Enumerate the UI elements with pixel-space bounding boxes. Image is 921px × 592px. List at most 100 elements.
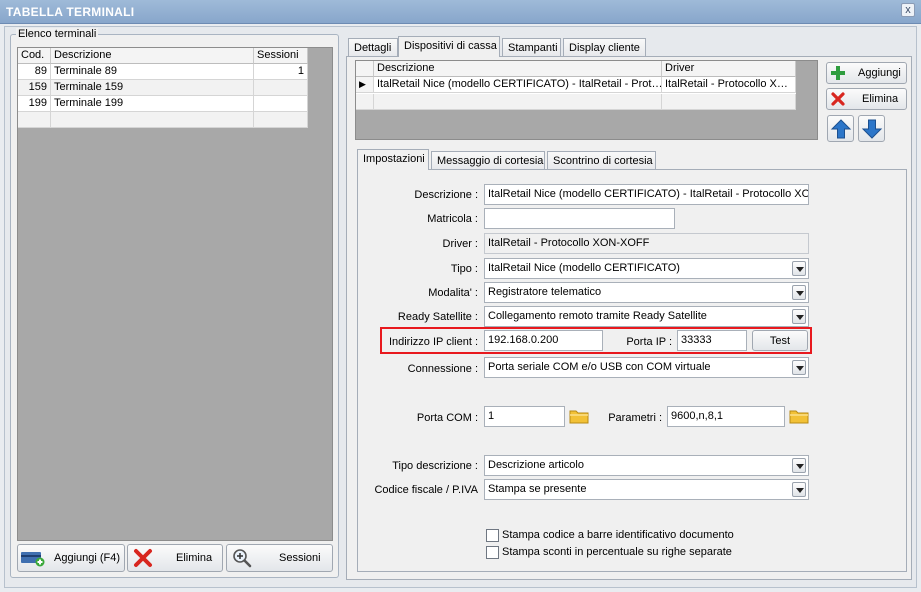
terminal-list-label: Elenco terminali xyxy=(16,28,99,40)
codice-fiscale-select[interactable]: Stampa se presente xyxy=(484,479,809,500)
tab-stampanti[interactable]: Stampanti xyxy=(502,38,561,57)
ready-satellite-label: Ready Satellite : xyxy=(397,311,478,323)
cell-device-driver: ItalRetail - Protocollo X… xyxy=(662,77,796,93)
add-device-button[interactable]: Aggiungi xyxy=(826,62,907,84)
tab-dispositivi-di-cassa[interactable]: Dispositivi di cassa xyxy=(398,36,500,57)
parametri-field[interactable]: 9600,n,8,1 xyxy=(667,406,785,427)
delete-device-button[interactable]: Elimina xyxy=(826,88,907,110)
col-cod[interactable]: Cod. xyxy=(18,48,51,64)
cell-empty xyxy=(356,94,374,110)
ready-satellite-select[interactable]: Collegamento remoto tramite Ready Satell… xyxy=(484,306,809,327)
ip-client-label: Indirizzo IP client : xyxy=(388,336,478,348)
descrizione-field[interactable]: ItalRetail Nice (modello CERTIFICATO) - … xyxy=(484,184,809,205)
barcode-checkbox-label[interactable]: Stampa codice a barre identificativo doc… xyxy=(502,529,734,541)
table-row[interactable]: 89 Terminale 89 1 xyxy=(18,64,308,80)
matricola-label: Matricola : xyxy=(427,213,478,225)
row-selected-indicator: ▶ xyxy=(356,77,374,93)
table-row[interactable]: 199 Terminale 199 xyxy=(18,96,308,112)
sessions-button[interactable]: Sessioni xyxy=(226,544,333,572)
codice-fiscale-label: Codice fiscale / P.IVA xyxy=(374,484,478,496)
chevron-down-icon[interactable] xyxy=(792,309,806,324)
porta-ip-label: Porta IP : xyxy=(626,336,672,348)
folder-icon[interactable] xyxy=(789,408,809,424)
tab-display-cliente[interactable]: Display cliente xyxy=(563,38,646,57)
col-sessioni[interactable]: Sessioni xyxy=(254,48,308,64)
tab-dettagli[interactable]: Dettagli xyxy=(348,38,398,57)
discount-checkbox[interactable] xyxy=(486,546,499,559)
cell-empty xyxy=(18,112,51,128)
cell-empty xyxy=(51,112,254,128)
new-row[interactable] xyxy=(356,94,796,110)
col-device-descrizione[interactable]: Descrizione xyxy=(374,61,662,77)
descrizione-label: Descrizione : xyxy=(414,189,478,201)
tipo-descrizione-label: Tipo descrizione : xyxy=(392,460,478,472)
delete-device-label: Elimina xyxy=(862,93,899,105)
add-terminal-label: Aggiungi (F4) xyxy=(54,552,121,564)
cell-cod: 199 xyxy=(18,96,51,112)
delete-terminal-button[interactable]: Elimina xyxy=(127,544,223,572)
arrow-up-icon xyxy=(830,118,851,138)
driver-field: ItalRetail - Protocollo XON-XOFF xyxy=(484,233,809,254)
cell-empty xyxy=(254,112,308,128)
devices-grid: Descrizione Driver ▶ ItalRetail Nice (mo… xyxy=(355,60,818,140)
cell-sessions xyxy=(254,96,308,112)
sub-tabstrip: Impostazioni Messaggio di cortesia Scont… xyxy=(357,149,857,170)
cell-empty xyxy=(374,94,662,110)
cell-sessions: 1 xyxy=(254,64,308,80)
col-descrizione[interactable]: Descrizione xyxy=(51,48,254,64)
codice-fiscale-value: Stampa se presente xyxy=(488,483,587,495)
sessions-label: Sessioni xyxy=(279,552,321,564)
delete-x-icon xyxy=(831,92,845,106)
tipo-descrizione-select[interactable]: Descrizione articolo xyxy=(484,455,809,476)
add-device-label: Aggiungi xyxy=(858,67,901,79)
title-bar: TABELLA TERMINALI x xyxy=(0,0,921,24)
device-row[interactable]: ▶ ItalRetail Nice (modello CERTIFICATO) … xyxy=(356,77,796,94)
close-button[interactable]: x xyxy=(901,3,915,17)
top-tabstrip: Dettagli Dispositivi di cassa Stampanti … xyxy=(348,36,912,57)
tab-impostazioni[interactable]: Impostazioni xyxy=(357,149,429,170)
porta-com-field[interactable]: 1 xyxy=(484,406,565,427)
move-up-button[interactable] xyxy=(827,115,854,142)
cell-desc: Terminale 159 xyxy=(51,80,254,96)
cell-sessions xyxy=(254,80,308,96)
porta-com-label: Porta COM : xyxy=(416,412,478,424)
chevron-down-icon[interactable] xyxy=(792,261,806,276)
barcode-checkbox[interactable] xyxy=(486,529,499,542)
add-card-icon xyxy=(21,552,45,567)
matricola-field[interactable] xyxy=(484,208,675,229)
tab-scontrino-di-cortesia[interactable]: Scontrino di cortesia xyxy=(547,151,656,170)
tipo-descrizione-value: Descrizione articolo xyxy=(488,459,584,471)
terminal-grid-header: Cod. Descrizione Sessioni xyxy=(18,48,308,64)
move-down-button[interactable] xyxy=(858,115,885,142)
col-indicator xyxy=(356,61,374,77)
cell-cod: 159 xyxy=(18,80,51,96)
cell-empty xyxy=(662,94,796,110)
terminal-grid: Cod. Descrizione Sessioni 89 Terminale 8… xyxy=(17,47,333,541)
chevron-down-icon[interactable] xyxy=(792,482,806,497)
devices-grid-header: Descrizione Driver xyxy=(356,61,796,77)
tab-messaggio-di-cortesia[interactable]: Messaggio di cortesia xyxy=(431,151,545,170)
test-button[interactable]: Test xyxy=(752,330,808,351)
zoom-in-icon xyxy=(233,549,252,568)
modalita-select[interactable]: Registratore telematico xyxy=(484,282,809,303)
porta-ip-field[interactable]: 33333 xyxy=(677,330,747,351)
add-terminal-button[interactable]: Aggiungi (F4) xyxy=(17,544,125,572)
modalita-value: Registratore telematico xyxy=(488,286,602,298)
ip-client-field[interactable]: 192.168.0.200 xyxy=(484,330,603,351)
parametri-label: Parametri : xyxy=(608,412,662,424)
discount-checkbox-label[interactable]: Stampa sconti in percentuale su righe se… xyxy=(502,546,732,558)
chevron-down-icon[interactable] xyxy=(792,360,806,375)
chevron-down-icon[interactable] xyxy=(792,285,806,300)
connessione-select[interactable]: Porta seriale COM e/o USB con COM virtua… xyxy=(484,357,809,378)
new-row[interactable] xyxy=(18,112,308,128)
ready-satellite-value: Collegamento remoto tramite Ready Satell… xyxy=(488,310,707,322)
folder-icon[interactable] xyxy=(569,408,589,424)
driver-label: Driver : xyxy=(442,238,478,250)
plus-icon xyxy=(831,66,845,80)
col-device-driver[interactable]: Driver xyxy=(662,61,796,77)
modalita-label: Modalita' : xyxy=(428,287,478,299)
table-row[interactable]: 159 Terminale 159 xyxy=(18,80,308,96)
window-title: TABELLA TERMINALI xyxy=(6,5,135,19)
tipo-select[interactable]: ItalRetail Nice (modello CERTIFICATO) xyxy=(484,258,809,279)
chevron-down-icon[interactable] xyxy=(792,458,806,473)
